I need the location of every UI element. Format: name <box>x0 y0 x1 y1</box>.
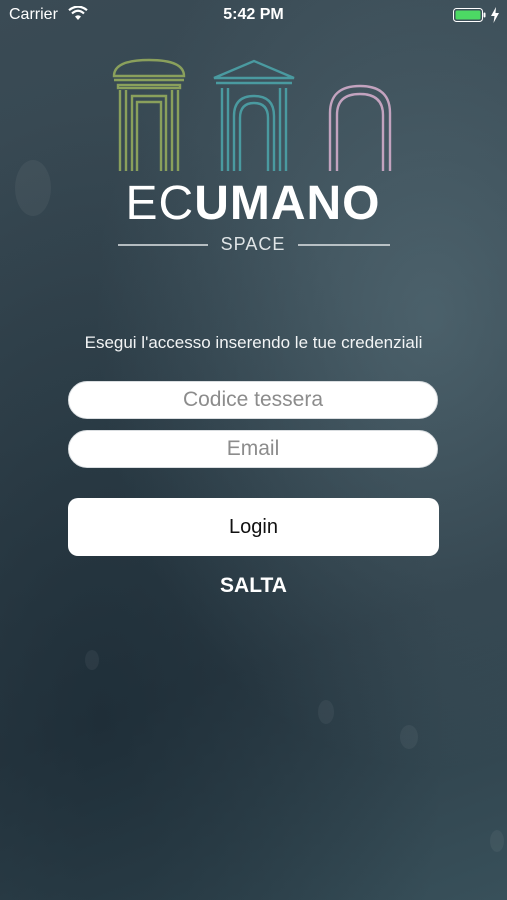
skip-button[interactable]: SALTA <box>0 574 507 598</box>
status-time: 5:42 PM <box>223 6 284 23</box>
background-bokeh <box>15 160 51 216</box>
logo-subtitle: SPACE <box>220 234 286 254</box>
login-button[interactable]: Login <box>68 498 439 556</box>
login-instructions: Esegui l'accesso inserendo le tue creden… <box>84 333 423 352</box>
background-bokeh <box>400 725 418 749</box>
ecumano-logo: ECUMANO SPACE <box>108 58 398 258</box>
logo-wordmark: ECUMANO <box>108 176 398 232</box>
status-bar: Carrier 5:42 PM <box>0 0 507 30</box>
background-bokeh <box>85 650 99 670</box>
charging-bolt-icon <box>491 7 499 23</box>
logo-word-light: EC <box>125 177 195 230</box>
battery-icon <box>453 8 486 22</box>
logo-word-bold: UMANO <box>194 177 381 230</box>
email-input[interactable] <box>68 430 438 468</box>
card-code-input[interactable] <box>68 381 438 419</box>
arches-logo-icon <box>112 58 392 171</box>
background-bokeh <box>490 830 504 852</box>
background-bokeh <box>318 700 334 724</box>
